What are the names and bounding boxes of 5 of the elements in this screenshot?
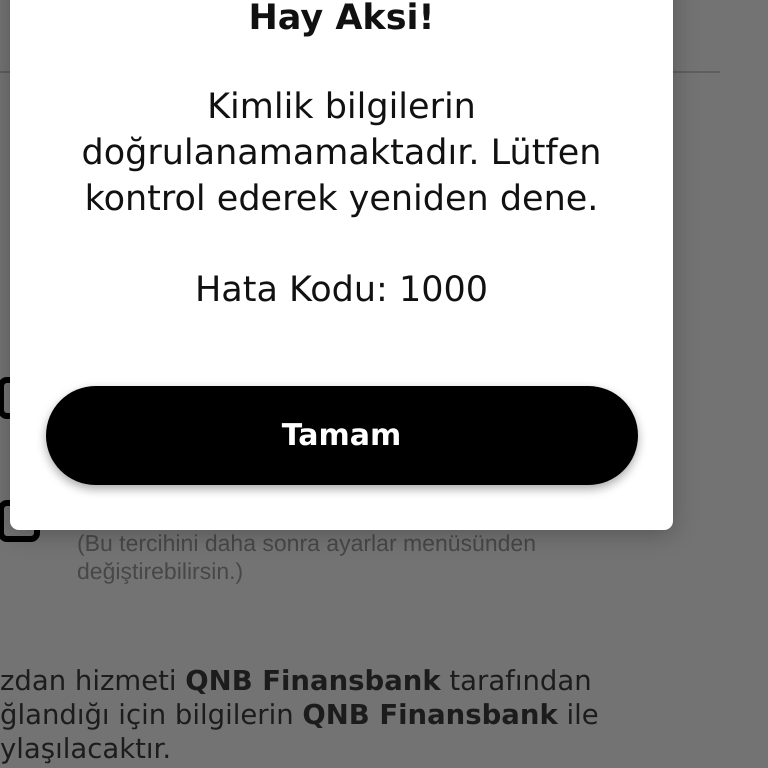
ok-button[interactable]: Tamam [46,386,638,485]
error-code: Hata Kodu: 1000 [194,269,488,312]
info-paragraph: zdan hizmeti QNB Finansbank tarafından ğlandığı için bilgilerin QNB Finansbank ile ylaşılacaktır. [0,664,600,766]
error-message: Kimlik bilgilerin doğrulanamamaktadır. Lütfen kontrol ederek yeniden dene. [82,86,602,221]
dialog-title: Hay Aksi! [248,1,434,36]
